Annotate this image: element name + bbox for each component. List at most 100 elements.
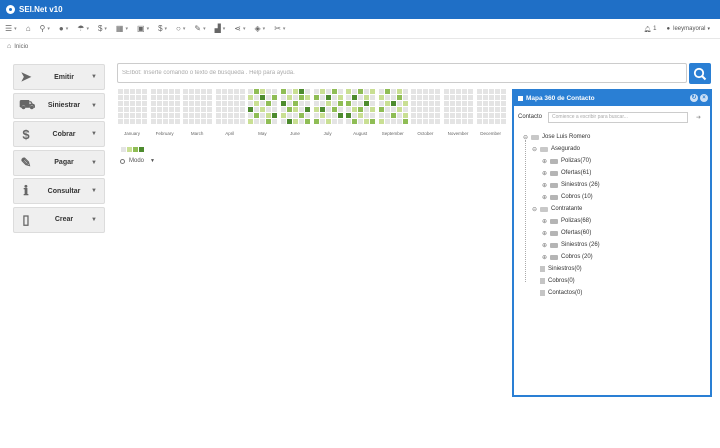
- day-cell[interactable]: [500, 113, 506, 118]
- day-cell[interactable]: [384, 107, 390, 112]
- day-cell[interactable]: [396, 119, 402, 124]
- toolbar-grid-button[interactable]: ▦ ▾: [116, 24, 128, 33]
- day-cell[interactable]: [233, 107, 239, 112]
- day-cell[interactable]: [168, 95, 174, 100]
- day-cell[interactable]: [136, 95, 141, 100]
- consultar-button[interactable]: ℹ Consultar ▼: [13, 178, 105, 204]
- day-cell[interactable]: [331, 101, 337, 106]
- day-cell[interactable]: [195, 113, 201, 118]
- day-cell[interactable]: [272, 95, 278, 100]
- day-cell[interactable]: [156, 119, 162, 124]
- day-cell[interactable]: [325, 113, 331, 118]
- chevron-down-icon[interactable]: ▼: [89, 188, 99, 194]
- toolbar-search-button[interactable]: ⚲ ▾: [40, 24, 50, 33]
- day-cell[interactable]: [248, 89, 254, 94]
- day-cell[interactable]: [239, 95, 245, 100]
- day-cell[interactable]: [287, 107, 292, 112]
- day-cell[interactable]: [189, 107, 195, 112]
- day-cell[interactable]: [142, 119, 147, 124]
- notification-bell-icon[interactable]: 🔔︎: [644, 26, 652, 33]
- day-cell[interactable]: [435, 113, 441, 118]
- day-cell[interactable]: [215, 113, 221, 118]
- day-cell[interactable]: [378, 119, 384, 124]
- expand-toggle-icon[interactable]: ⊕: [541, 170, 548, 177]
- day-cell[interactable]: [313, 113, 319, 118]
- day-cell[interactable]: [456, 119, 461, 124]
- day-cell[interactable]: [124, 101, 129, 106]
- day-cell[interactable]: [281, 107, 286, 112]
- toolbar-share-button[interactable]: ⋖ ▾: [234, 24, 245, 33]
- chevron-down-icon[interactable]: ▾: [707, 26, 710, 32]
- day-cell[interactable]: [293, 89, 298, 94]
- day-cell[interactable]: [384, 119, 390, 124]
- day-cell[interactable]: [411, 101, 417, 106]
- day-cell[interactable]: [488, 107, 494, 112]
- day-cell[interactable]: [358, 95, 364, 100]
- day-cell[interactable]: [456, 107, 461, 112]
- day-cell[interactable]: [390, 113, 396, 118]
- day-cell[interactable]: [195, 89, 201, 94]
- tree-node-asegurado[interactable]: ⊖ Asegurado: [522, 143, 600, 155]
- day-cell[interactable]: [293, 113, 298, 118]
- day-cell[interactable]: [150, 119, 156, 124]
- day-cell[interactable]: [384, 95, 390, 100]
- day-cell[interactable]: [168, 101, 174, 106]
- day-cell[interactable]: [429, 95, 435, 100]
- day-cell[interactable]: [378, 113, 384, 118]
- day-cell[interactable]: [130, 89, 135, 94]
- day-cell[interactable]: [435, 101, 441, 106]
- day-cell[interactable]: [150, 89, 156, 94]
- day-cell[interactable]: [352, 107, 358, 112]
- day-cell[interactable]: [156, 95, 162, 100]
- day-cell[interactable]: [313, 89, 319, 94]
- day-cell[interactable]: [305, 107, 310, 112]
- day-cell[interactable]: [195, 107, 201, 112]
- day-cell[interactable]: [450, 113, 455, 118]
- day-cell[interactable]: [287, 113, 292, 118]
- day-cell[interactable]: [468, 89, 473, 94]
- day-cell[interactable]: [417, 95, 423, 100]
- day-cell[interactable]: [500, 119, 506, 124]
- siniestrar-button[interactable]: ⛟ Siniestrar ▼: [13, 92, 105, 119]
- day-cell[interactable]: [136, 107, 141, 112]
- day-cell[interactable]: [233, 95, 239, 100]
- day-cell[interactable]: [118, 95, 123, 100]
- day-cell[interactable]: [150, 107, 156, 112]
- day-cell[interactable]: [402, 119, 408, 124]
- day-cell[interactable]: [390, 95, 396, 100]
- day-cell[interactable]: [156, 101, 162, 106]
- day-cell[interactable]: [370, 89, 376, 94]
- day-cell[interactable]: [195, 95, 201, 100]
- day-cell[interactable]: [482, 95, 488, 100]
- day-cell[interactable]: [130, 95, 135, 100]
- day-cell[interactable]: [233, 89, 239, 94]
- day-cell[interactable]: [142, 101, 147, 106]
- day-cell[interactable]: [305, 89, 310, 94]
- day-cell[interactable]: [352, 119, 358, 124]
- day-cell[interactable]: [364, 89, 370, 94]
- day-cell[interactable]: [254, 113, 260, 118]
- day-cell[interactable]: [227, 113, 233, 118]
- day-cell[interactable]: [221, 95, 227, 100]
- day-cell[interactable]: [174, 107, 180, 112]
- breadcrumb-home[interactable]: Inicio: [14, 44, 28, 50]
- day-cell[interactable]: [423, 119, 429, 124]
- day-cell[interactable]: [444, 89, 449, 94]
- toolbar-circle-button[interactable]: ○ ▾: [176, 24, 185, 33]
- day-cell[interactable]: [358, 89, 364, 94]
- day-cell[interactable]: [476, 107, 482, 112]
- day-cell[interactable]: [435, 107, 441, 112]
- day-cell[interactable]: [195, 101, 201, 106]
- day-cell[interactable]: [411, 119, 417, 124]
- day-cell[interactable]: [254, 95, 260, 100]
- day-cell[interactable]: [402, 107, 408, 112]
- day-cell[interactable]: [396, 101, 402, 106]
- day-cell[interactable]: [287, 101, 292, 106]
- day-cell[interactable]: [266, 95, 272, 100]
- day-cell[interactable]: [248, 107, 254, 112]
- day-cell[interactable]: [150, 113, 156, 118]
- day-cell[interactable]: [402, 95, 408, 100]
- home-icon[interactable]: ⌂: [7, 43, 11, 50]
- toolbar-shield-button[interactable]: ◈ ▾: [255, 24, 266, 33]
- day-cell[interactable]: [411, 107, 417, 112]
